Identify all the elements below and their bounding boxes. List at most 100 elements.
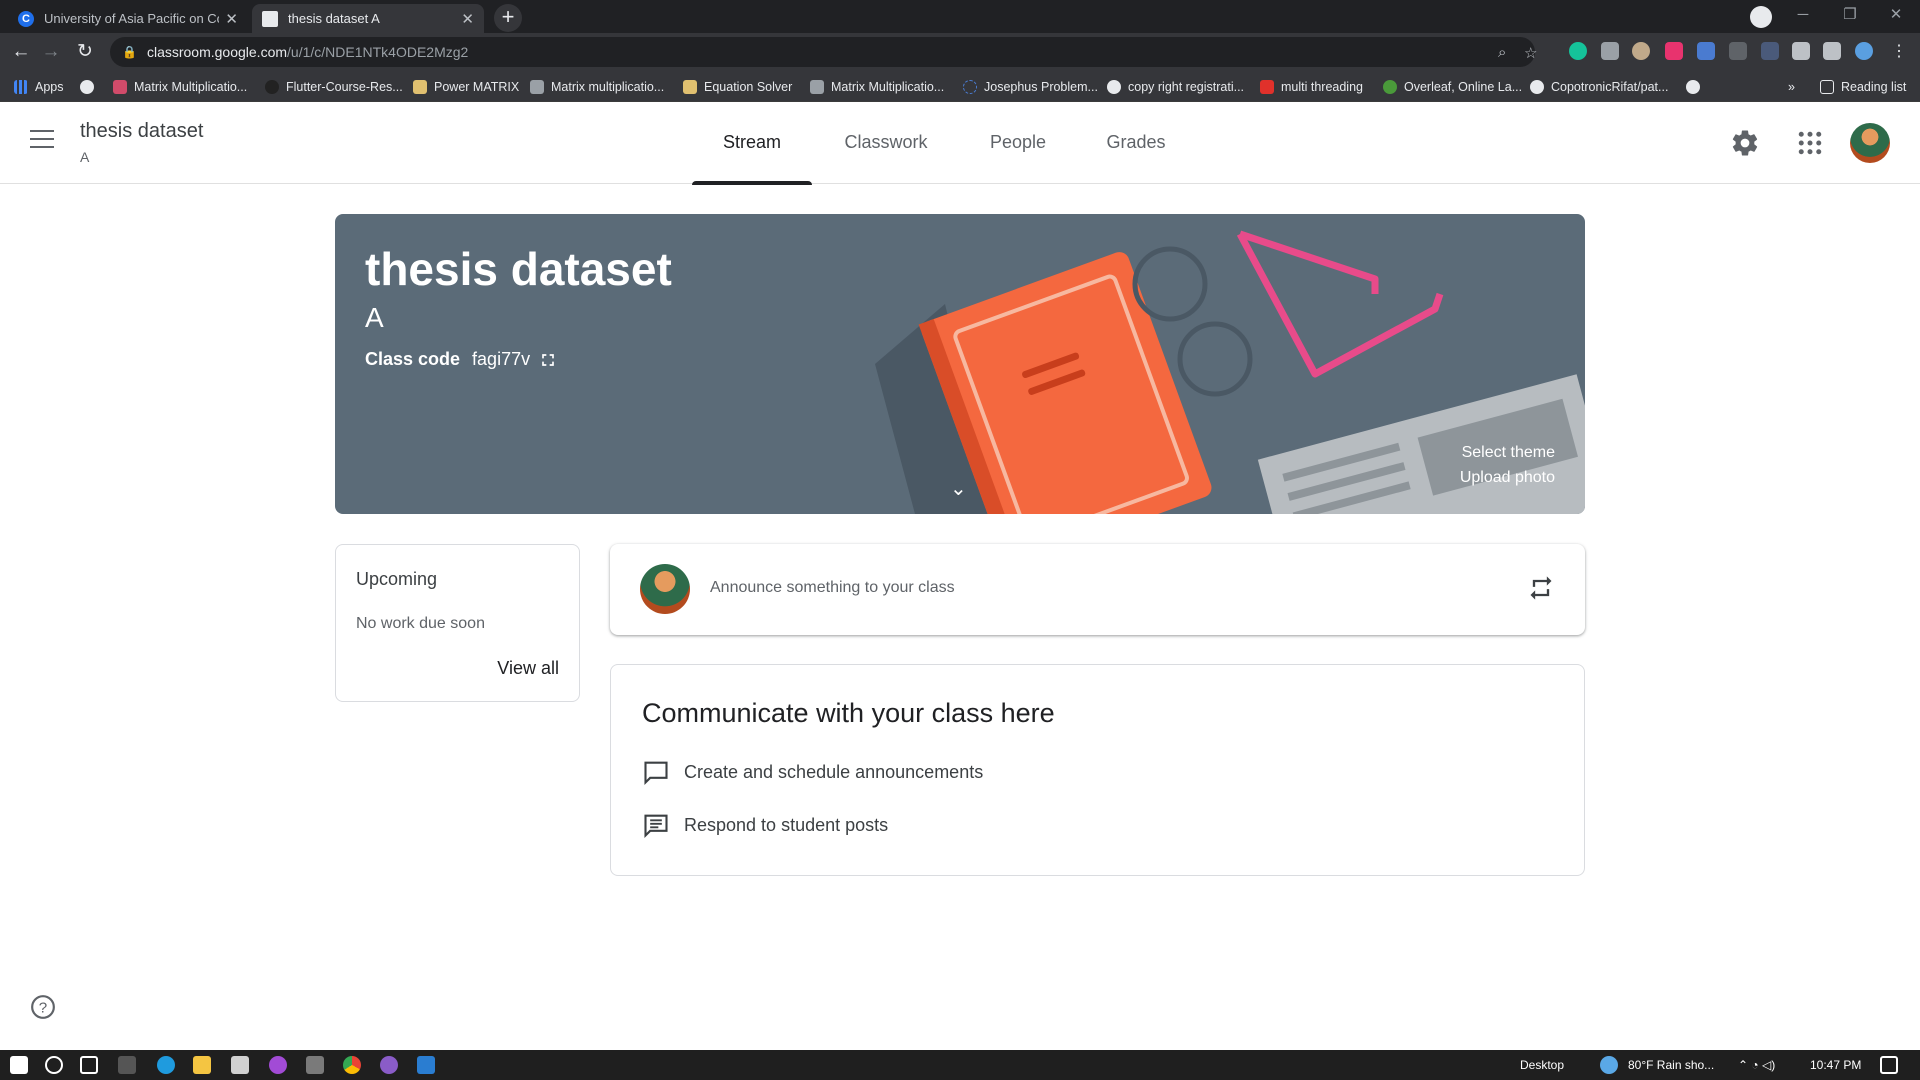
task-view-icon[interactable]: [80, 1056, 98, 1074]
bookmark-item[interactable]: [80, 77, 101, 97]
tab-title: University of Asia Pacific on Cour: [44, 11, 220, 26]
weather-icon: [1600, 1056, 1618, 1074]
terminal-icon[interactable]: [118, 1056, 136, 1074]
camera-extension-icon[interactable]: [1601, 42, 1619, 60]
extension-icon[interactable]: [1632, 42, 1650, 60]
reading-list[interactable]: Reading list: [1820, 77, 1906, 97]
address-bar[interactable]: 🔒 classroom.google.com/u/1/c/NDE1NTk4ODE…: [110, 37, 1537, 67]
bookmark-star-icon[interactable]: ☆: [1524, 44, 1537, 62]
bookmark-favicon-icon: [113, 80, 127, 94]
google-apps-icon[interactable]: [1795, 128, 1825, 158]
account-avatar[interactable]: [1850, 123, 1890, 163]
file-explorer-icon[interactable]: [193, 1056, 211, 1074]
media-control-icon[interactable]: [1823, 42, 1841, 60]
class-name[interactable]: thesis dataset: [80, 120, 203, 143]
menu-kebab-icon[interactable]: ⋮: [1886, 39, 1912, 65]
new-tab-button[interactable]: +: [494, 4, 522, 32]
bookmarks-bar: Apps Matrix Multiplicatio... Flutter-Cou…: [0, 71, 1920, 102]
bookmark-apps[interactable]: Apps: [14, 77, 64, 97]
bookmark-favicon-icon: [413, 80, 427, 94]
tab-stream[interactable]: Stream: [692, 102, 812, 185]
bookmark-item[interactable]: Overleaf, Online La...: [1383, 77, 1522, 97]
minimize-icon[interactable]: ─: [1780, 0, 1826, 33]
back-icon[interactable]: ←: [8, 39, 34, 65]
browser-tab-active[interactable]: thesis dataset A ✕: [252, 4, 484, 33]
weather-text[interactable]: 80°F Rain sho...: [1628, 1058, 1714, 1072]
windows-taskbar: Desktop 80°F Rain sho... ⌃ ◔ ◁) 10:47 PM: [0, 1050, 1920, 1080]
desktop-label[interactable]: Desktop: [1520, 1058, 1564, 1072]
messenger-icon[interactable]: [269, 1056, 287, 1074]
help-icon[interactable]: ?: [30, 994, 56, 1020]
close-tab-icon[interactable]: ✕: [225, 10, 238, 28]
classroom-header: thesis dataset A Stream Classwork People…: [0, 102, 1920, 185]
select-theme-link[interactable]: Select theme: [1462, 444, 1555, 462]
bookmark-item[interactable]: Flutter-Course-Res...: [265, 77, 403, 97]
bookmark-item[interactable]: Matrix Multiplicatio...: [810, 77, 944, 97]
upcoming-title: Upcoming: [356, 569, 438, 589]
zoom-icon[interactable]: ⌕: [1498, 44, 1506, 61]
github-icon: [265, 80, 279, 94]
bookmarks-overflow[interactable]: »: [1788, 77, 1795, 97]
pen-extension-icon[interactable]: [1761, 42, 1779, 60]
bookmark-item[interactable]: Power MATRIX: [413, 77, 519, 97]
close-tab-icon[interactable]: ✕: [461, 10, 474, 28]
forward-icon[interactable]: →: [38, 39, 64, 65]
play-extension-icon[interactable]: [1665, 42, 1683, 60]
restore-icon[interactable]: ❐: [1827, 0, 1873, 33]
profile-dropdown-icon[interactable]: [1750, 6, 1772, 28]
edge-icon[interactable]: [157, 1056, 175, 1074]
main-menu-icon[interactable]: [30, 130, 54, 150]
class-code-row: Class code fagi77v: [365, 349, 558, 370]
message-lines-icon: [644, 814, 668, 839]
grammarly-extension-icon[interactable]: [1569, 42, 1587, 60]
bookmark-item[interactable]: Matrix multiplicatio...: [530, 77, 664, 97]
bookmark-item[interactable]: [1686, 77, 1707, 97]
communicate-title: Communicate with your class here: [642, 698, 1055, 728]
announce-box[interactable]: Announce something to your class: [610, 544, 1585, 635]
puzzle-extensions-icon[interactable]: [1792, 42, 1810, 60]
bookmark-item[interactable]: CopotronicRifat/pat...: [1530, 77, 1668, 97]
view-all-link[interactable]: View all: [497, 658, 559, 679]
browser-tab[interactable]: C University of Asia Pacific on Cour ✕: [8, 4, 248, 33]
tab-title: thesis dataset A: [288, 11, 380, 26]
settings-gear-icon[interactable]: [1730, 128, 1760, 158]
reuse-post-icon[interactable]: [1527, 574, 1555, 602]
tab-grades[interactable]: Grades: [1076, 102, 1196, 184]
notifications-icon[interactable]: [1880, 1056, 1898, 1074]
chrome-icon[interactable]: [343, 1056, 361, 1074]
chat-bubble-icon: [644, 761, 668, 786]
class-section: A: [80, 149, 90, 165]
bookmark-item[interactable]: Matrix Multiplicatio...: [113, 77, 247, 97]
chevron-down-icon[interactable]: ⌄: [950, 476, 967, 501]
class-code-label: Class code: [365, 349, 461, 369]
upload-photo-link[interactable]: Upload photo: [1460, 469, 1555, 487]
overleaf-icon: [1383, 80, 1397, 94]
app-icon[interactable]: [380, 1056, 398, 1074]
announce-placeholder[interactable]: Announce something to your class: [710, 579, 955, 597]
tab-people[interactable]: People: [958, 102, 1078, 184]
close-window-icon[interactable]: ✕: [1873, 0, 1919, 33]
vscode-icon[interactable]: [417, 1056, 435, 1074]
bookmark-item[interactable]: multi threading: [1260, 77, 1363, 97]
reload-icon[interactable]: ↻: [72, 39, 98, 65]
clock[interactable]: 10:47 PM: [1810, 1058, 1861, 1072]
screen-extension-icon[interactable]: [1729, 42, 1747, 60]
bookmark-item[interactable]: Equation Solver: [683, 77, 792, 97]
apps-grid-icon: [14, 80, 28, 94]
download-extension-icon[interactable]: [1697, 42, 1715, 60]
app-icon[interactable]: [306, 1056, 324, 1074]
windows-start-icon[interactable]: [10, 1056, 28, 1074]
profile-avatar-icon[interactable]: [1855, 42, 1873, 60]
banner-section: A: [365, 302, 384, 333]
banner-class-name: thesis dataset: [365, 243, 672, 295]
tab-classwork[interactable]: Classwork: [826, 102, 946, 184]
search-icon[interactable]: [45, 1056, 63, 1074]
system-tray-icons[interactable]: ⌃ ◔ ◁): [1738, 1058, 1775, 1072]
bookmark-item[interactable]: Josephus Problem...: [963, 77, 1098, 97]
fullscreen-icon[interactable]: [538, 350, 558, 370]
bookmark-item[interactable]: copy right registrati...: [1107, 77, 1244, 97]
reading-list-icon: [1820, 80, 1834, 94]
github-icon: [1530, 80, 1544, 94]
communicate-item-label: Respond to student posts: [684, 814, 889, 835]
mail-icon[interactable]: [231, 1056, 249, 1074]
